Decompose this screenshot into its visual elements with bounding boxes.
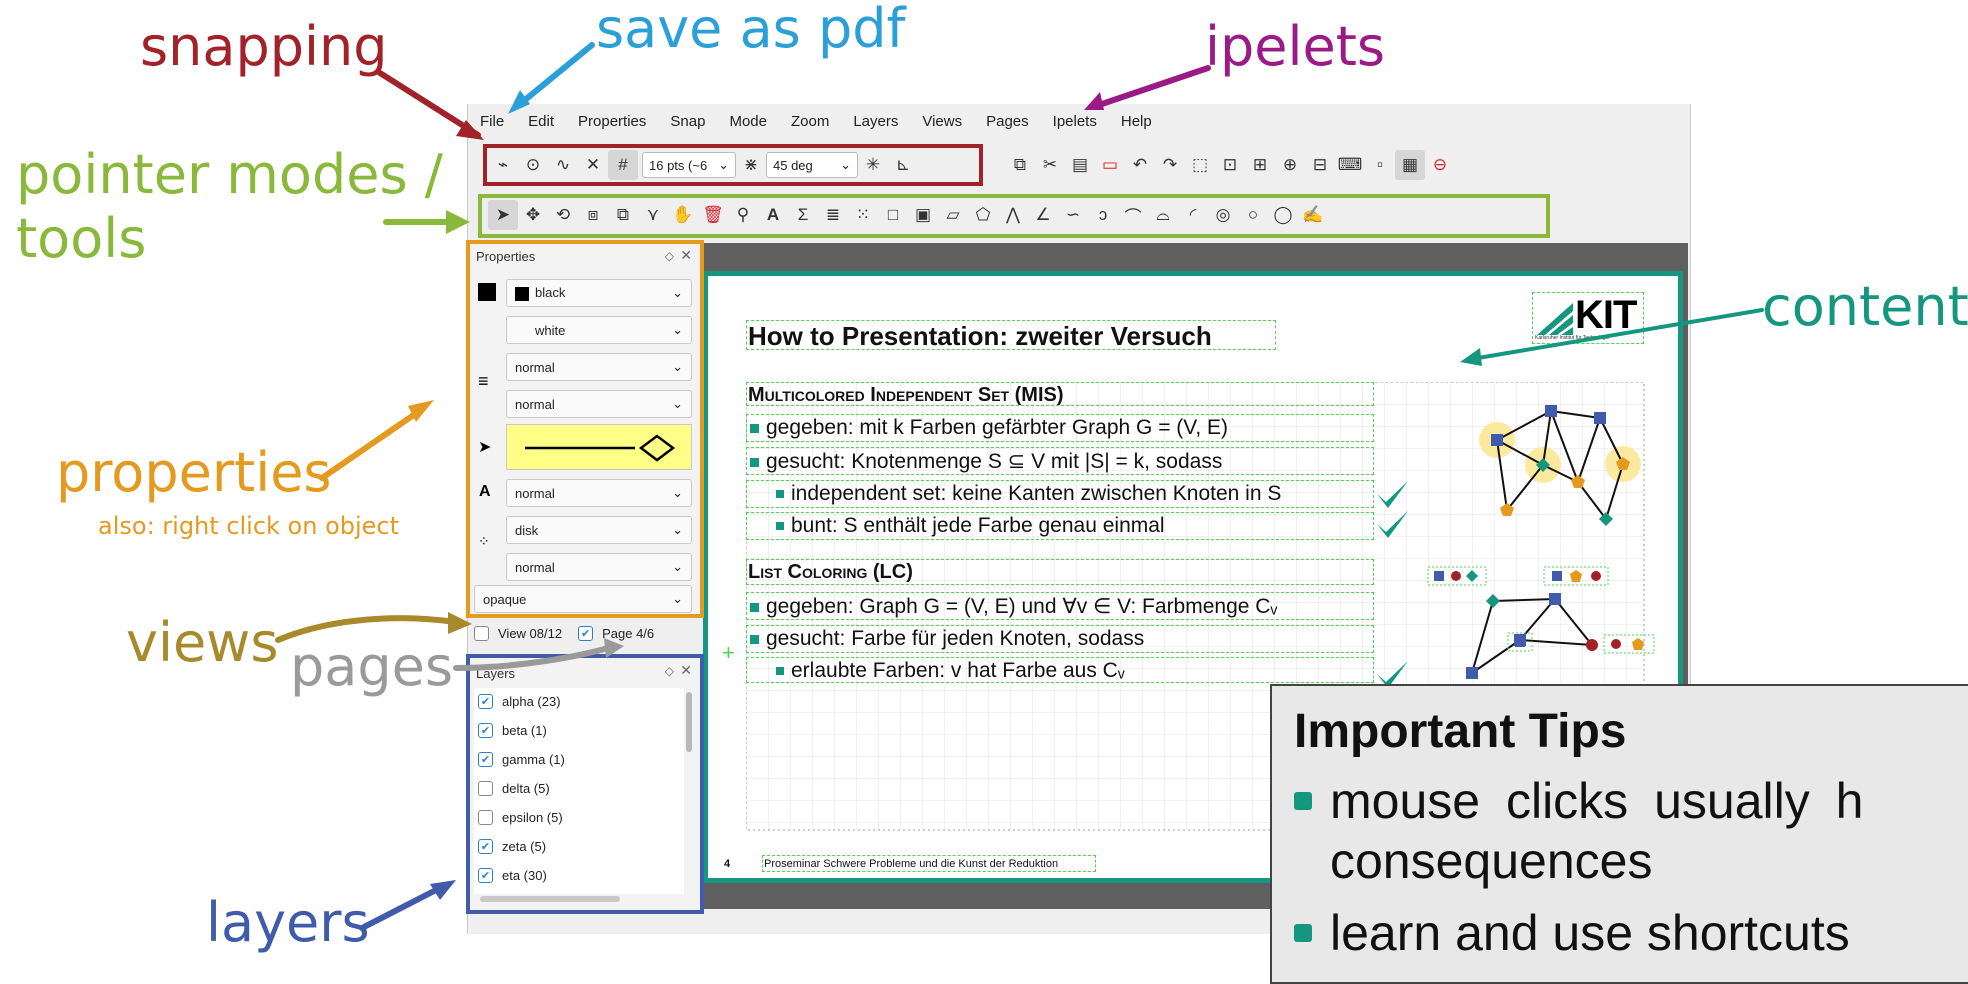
tips-item: mouse clicks usually h bbox=[1330, 773, 1864, 829]
annotation-properties: properties bbox=[56, 441, 332, 504]
annotation-pages: pages bbox=[290, 635, 454, 698]
tips-bullet bbox=[1294, 792, 1312, 810]
annotation-properties-note: also: right click on object bbox=[98, 512, 400, 540]
annotation-views: views bbox=[126, 611, 279, 674]
annotation-save-as-pdf: save as pdf bbox=[596, 0, 906, 60]
annotation-pointer-modes: pointer modes / bbox=[16, 143, 443, 206]
tips-item-cont: consequences bbox=[1330, 833, 1653, 889]
tips-bullet bbox=[1294, 924, 1312, 942]
annotation-layers: layers bbox=[206, 891, 370, 954]
annotation-snapping: snapping bbox=[140, 15, 388, 78]
tips-box: Important Tips mouse clicks usually h co… bbox=[1270, 684, 1968, 984]
annotation-content: content bbox=[1762, 275, 1968, 338]
annotation-ipelets: ipelets bbox=[1205, 15, 1386, 78]
tips-title: Important Tips bbox=[1294, 705, 1627, 758]
annotation-tools: tools bbox=[16, 207, 147, 270]
tips-item: learn and use shortcuts bbox=[1330, 905, 1850, 961]
